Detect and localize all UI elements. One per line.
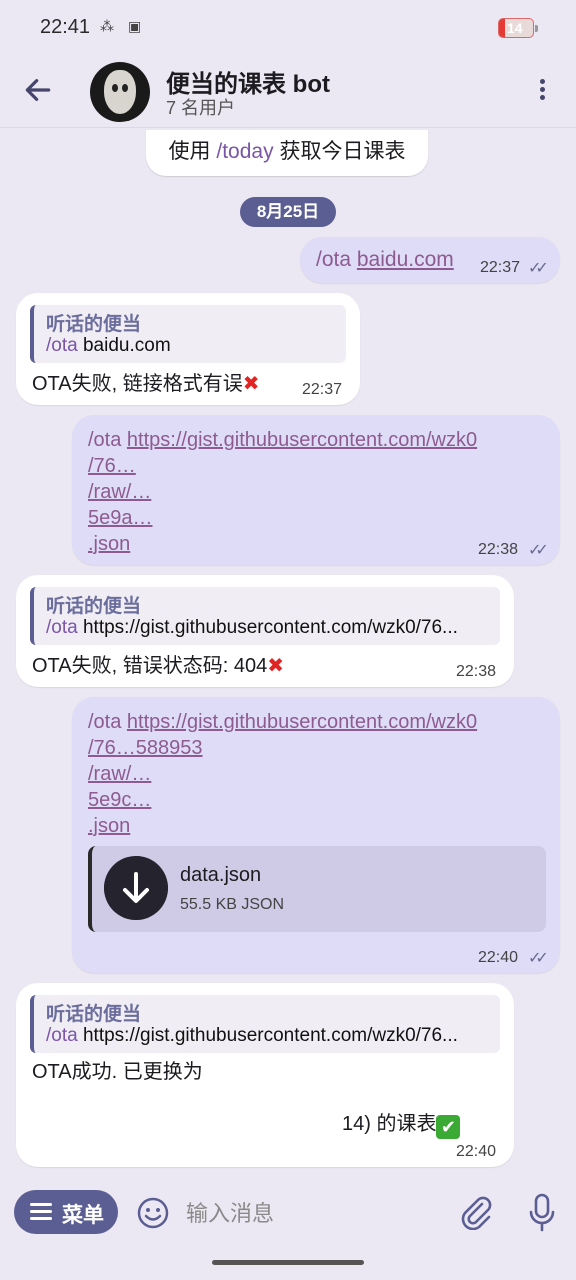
download-icon[interactable] bbox=[104, 856, 168, 920]
message-link[interactable]: https://gist.githubusercontent.com/wzk0 bbox=[127, 711, 477, 733]
read-ticks-icon: ✓✓ bbox=[528, 950, 549, 967]
chat-header: 便当的课表 bot 7 名用户 bbox=[0, 56, 576, 128]
message-text: OTA失败, 错误状态码: 404 bbox=[32, 655, 268, 677]
message-time: 22:37 bbox=[480, 259, 521, 276]
notification-icon: ⁂ bbox=[100, 18, 114, 34]
pinned-message[interactable]: 使用 /today 获取今日课表 bbox=[146, 130, 428, 176]
status-bar: 22:41 ⁂ ▣ 14 bbox=[0, 0, 576, 56]
file-name: data.json bbox=[180, 864, 262, 886]
reply-quote[interactable]: 听话的便当 /ota https://gist.githubuserconten… bbox=[30, 995, 500, 1053]
attach-icon[interactable] bbox=[458, 1194, 492, 1230]
avatar[interactable] bbox=[90, 62, 150, 122]
back-arrow-icon[interactable] bbox=[22, 74, 54, 106]
battery-indicator: 14 bbox=[498, 18, 538, 38]
incoming-message[interactable]: 听话的便当 /ota https://gist.githubuserconten… bbox=[16, 983, 514, 1167]
reply-text: /ota https://gist.githubusercontent.com/… bbox=[46, 617, 458, 638]
today-command[interactable]: /today bbox=[216, 140, 273, 163]
message-time: 22:40 bbox=[456, 1143, 497, 1160]
gesture-bar[interactable] bbox=[212, 1260, 364, 1265]
outgoing-message[interactable]: /ota baidu.com 22:37 ✓✓ bbox=[300, 237, 560, 283]
message-text: OTA失败, 链接格式有误 bbox=[32, 373, 243, 395]
more-options-icon[interactable] bbox=[532, 76, 552, 106]
reply-quote[interactable]: 听话的便当 /ota https://gist.githubuserconten… bbox=[30, 587, 500, 645]
message-time: 22:38 bbox=[456, 663, 497, 680]
read-ticks-icon: ✓✓ bbox=[528, 260, 549, 277]
incoming-message[interactable]: 听话的便当 /ota https://gist.githubuserconten… bbox=[16, 575, 514, 687]
read-ticks-icon: ✓✓ bbox=[528, 542, 549, 559]
message-time: 22:38 bbox=[478, 541, 519, 558]
microphone-icon[interactable] bbox=[528, 1192, 556, 1232]
member-count: 7 名用户 bbox=[166, 98, 236, 118]
bot-menu-button[interactable]: 菜单 bbox=[14, 1190, 118, 1234]
emoji-icon[interactable] bbox=[136, 1196, 170, 1230]
battery-level: 14 bbox=[507, 20, 523, 36]
message-input[interactable]: 输入消息 bbox=[186, 1196, 274, 1228]
reply-author: 听话的便当 bbox=[46, 1004, 142, 1025]
message-text: OTA成功. 已更换为 bbox=[32, 1061, 203, 1083]
message-link[interactable]: baidu.com bbox=[357, 248, 454, 271]
check-mark-icon: ✔ bbox=[436, 1115, 461, 1139]
reply-text: /ota baidu.com bbox=[46, 335, 171, 356]
message-time: 22:40 bbox=[478, 949, 519, 966]
file-attachment[interactable]: data.json 55.5 KB JSON bbox=[88, 846, 546, 932]
reply-author: 听话的便当 bbox=[46, 314, 142, 335]
cross-mark-icon: ✖ bbox=[267, 655, 284, 677]
menu-icon bbox=[30, 1203, 52, 1221]
cross-mark-icon: ✖ bbox=[242, 373, 260, 395]
reply-text: /ota https://gist.githubusercontent.com/… bbox=[46, 1025, 458, 1046]
reply-author: 听话的便当 bbox=[46, 596, 142, 617]
outgoing-message[interactable]: /ota https://gist.githubusercontent.com/… bbox=[72, 415, 560, 565]
package-icon: ▣ bbox=[128, 18, 142, 34]
file-size: 55.5 KB JSON bbox=[180, 896, 285, 913]
reply-quote[interactable]: 听话的便当 /ota baidu.com bbox=[30, 305, 346, 363]
incoming-message[interactable]: 听话的便当 /ota baidu.com OTA失败, 链接格式有误✖ 22:3… bbox=[16, 293, 360, 405]
message-input-bar: 菜单 输入消息 bbox=[0, 1178, 576, 1280]
date-chip: 8月25日 bbox=[240, 197, 336, 227]
message-link[interactable]: https://gist.githubusercontent.com/wzk0 bbox=[127, 429, 477, 451]
status-time: 22:41 bbox=[40, 16, 91, 38]
message-time: 22:37 bbox=[302, 381, 343, 398]
message-text: 14) 的课表 bbox=[342, 1113, 437, 1135]
